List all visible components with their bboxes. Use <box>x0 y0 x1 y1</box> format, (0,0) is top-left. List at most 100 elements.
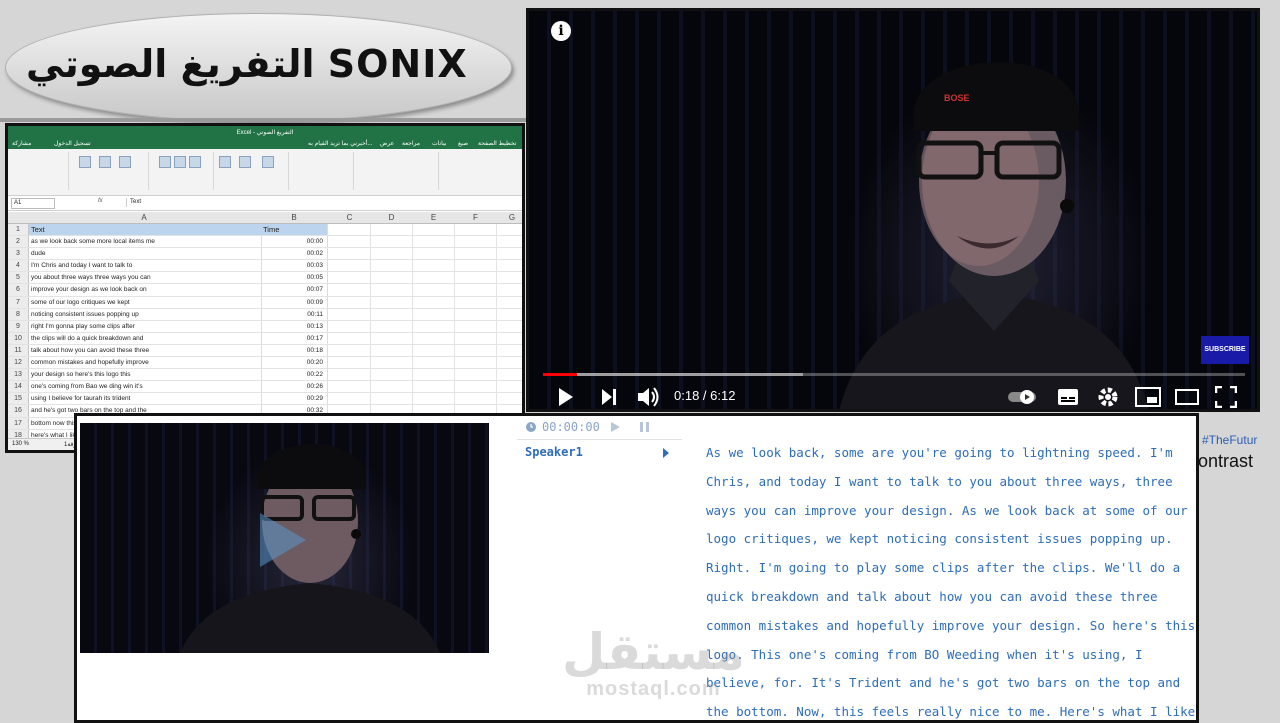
row-number[interactable]: 4 <box>8 260 29 272</box>
empty-cells[interactable] <box>329 332 522 344</box>
cell-text[interactable]: I'm Chris and today I want to talk to <box>29 260 262 272</box>
fx-icon[interactable]: fx <box>98 198 103 204</box>
cell-time[interactable]: 00:13 <box>260 320 328 332</box>
transcript-line[interactable]: logo. This one's coming from BO Weeding … <box>706 641 1186 670</box>
find-icon[interactable] <box>79 156 91 168</box>
transcript-line[interactable]: As we look back, some are you're going t… <box>706 439 1186 468</box>
cell-time[interactable]: 00:03 <box>260 260 328 272</box>
tell-me-box[interactable]: أخبرني بما تريد القيام به... <box>308 140 372 147</box>
name-box[interactable]: A1 <box>11 198 55 209</box>
empty-cells[interactable] <box>329 248 522 260</box>
empty-cells[interactable] <box>329 236 522 248</box>
sort-filter-icon[interactable] <box>99 156 111 168</box>
row-number[interactable]: 2 <box>8 236 29 248</box>
cell-time[interactable]: 00:26 <box>260 381 328 393</box>
cell-text[interactable]: as we look back some more local items me <box>29 236 262 248</box>
cell-text[interactable]: using I believe for taurah its trident <box>29 393 262 405</box>
row-number[interactable]: 8 <box>8 308 29 320</box>
transcript-line[interactable]: ways you can improve your design. As we … <box>706 497 1188 526</box>
transcript-line[interactable]: the bottom. Now, this feels really nice … <box>706 698 1195 720</box>
cell-time[interactable]: 00:17 <box>260 332 328 344</box>
insert-cells-icon[interactable] <box>189 156 201 168</box>
empty-cells[interactable] <box>329 224 522 236</box>
cell-time[interactable]: 00:29 <box>260 393 328 405</box>
empty-cells[interactable] <box>329 320 522 332</box>
row-number[interactable]: 5 <box>8 272 29 284</box>
formula-input[interactable]: Text <box>126 198 519 207</box>
col-header-c[interactable]: C <box>329 213 370 222</box>
next-icon[interactable] <box>601 388 617 406</box>
col-header-b[interactable]: B <box>260 213 328 222</box>
speaker-label[interactable]: Speaker1 <box>525 445 583 459</box>
volume-icon[interactable] <box>637 386 661 408</box>
sonix-play-icon[interactable] <box>611 422 620 432</box>
row-number[interactable]: 9 <box>8 320 29 332</box>
fullscreen-icon[interactable] <box>1215 386 1237 408</box>
cell-time[interactable]: 00:18 <box>260 344 328 357</box>
col-header-d[interactable]: D <box>371 213 412 222</box>
format-table-icon[interactable] <box>239 156 251 168</box>
cell-time[interactable]: Time <box>260 224 328 236</box>
share-button[interactable]: مشاركة <box>12 140 31 147</box>
cell-text[interactable]: your design so here's this logo this <box>29 369 262 381</box>
cell-time[interactable]: 00:07 <box>260 284 328 296</box>
transcript-text[interactable]: As we look back, some are you're going t… <box>706 439 1195 720</box>
miniplayer-icon[interactable] <box>1135 387 1161 407</box>
hashtag-link[interactable]: #TheFutur <box>1202 433 1257 447</box>
row-number[interactable]: 16 <box>8 405 29 417</box>
info-icon[interactable]: i <box>551 21 571 41</box>
cell-text[interactable]: Text <box>29 224 262 236</box>
cell-time[interactable]: 00:11 <box>260 308 328 320</box>
row-number[interactable]: 11 <box>8 344 29 357</box>
transcript-line[interactable]: Chris, and today I want to talk to you a… <box>706 468 1186 497</box>
row-number[interactable]: 10 <box>8 332 29 344</box>
transcript-line[interactable]: logo critiques, we kept noticing consist… <box>706 525 1186 554</box>
cell-text[interactable]: improve your design as we look back on <box>29 284 262 296</box>
autoplay-toggle-icon[interactable] <box>1007 389 1037 405</box>
empty-cells[interactable] <box>329 296 522 308</box>
cell-time[interactable]: 00:05 <box>260 272 328 284</box>
cell-text[interactable]: right I'm gonna play some clips after <box>29 320 262 332</box>
delete-cells-icon[interactable] <box>174 156 186 168</box>
empty-cells[interactable] <box>329 357 522 369</box>
thumbnail-play-icon[interactable] <box>260 513 306 567</box>
video-thumbnail[interactable] <box>80 423 489 653</box>
empty-cells[interactable] <box>329 260 522 272</box>
tab-page-layout[interactable]: تخطيط الصفحة <box>478 140 516 147</box>
cell-text[interactable]: you about three ways three ways you can <box>29 272 262 284</box>
cell-time[interactable]: 00:22 <box>260 369 328 381</box>
row-number[interactable]: 1 <box>8 224 29 236</box>
speaker-play-arrow-icon[interactable] <box>663 448 669 458</box>
empty-cells[interactable] <box>329 344 522 357</box>
settings-gear-icon[interactable] <box>1097 386 1119 408</box>
cell-text[interactable]: talk about how you can avoid these three <box>29 344 262 357</box>
tab-review[interactable]: مراجعة <box>402 140 420 147</box>
transcript-line[interactable]: Right. I'm going to play some clips afte… <box>706 554 1186 583</box>
empty-cells[interactable] <box>329 393 522 405</box>
empty-cells[interactable] <box>329 308 522 320</box>
conditional-format-icon[interactable] <box>262 156 274 168</box>
row-number[interactable]: 13 <box>8 369 29 381</box>
col-header-a[interactable]: A <box>29 213 259 222</box>
cell-text[interactable]: the clips will do a quick breakdown and <box>29 332 262 344</box>
autosum-icon[interactable] <box>119 156 131 168</box>
subscribe-button[interactable]: SUBSCRIBE <box>1201 336 1249 364</box>
theater-mode-icon[interactable] <box>1175 388 1199 406</box>
transcript-line[interactable]: believe, for. It's Trident and he's got … <box>706 669 1186 698</box>
captions-icon[interactable] <box>1057 388 1079 406</box>
transcript-line[interactable]: quick breakdown and talk about how you c… <box>706 583 1186 612</box>
sonix-pause-icon[interactable] <box>640 422 649 432</box>
cell-text[interactable]: one's coming from Bao we ding win it's <box>29 381 262 393</box>
empty-cells[interactable] <box>329 369 522 381</box>
col-header-e[interactable]: E <box>413 213 454 222</box>
cell-time[interactable]: 00:20 <box>260 357 328 369</box>
col-header-g[interactable]: G <box>497 213 522 222</box>
row-number[interactable]: 7 <box>8 296 29 308</box>
row-number[interactable]: 15 <box>8 393 29 405</box>
empty-cells[interactable] <box>329 381 522 393</box>
cell-time[interactable]: 00:02 <box>260 248 328 260</box>
tab-data[interactable]: بيانات <box>432 140 446 147</box>
cell-time[interactable]: 00:09 <box>260 296 328 308</box>
cell-styles-icon[interactable] <box>219 156 231 168</box>
tab-view[interactable]: عرض <box>380 140 394 147</box>
